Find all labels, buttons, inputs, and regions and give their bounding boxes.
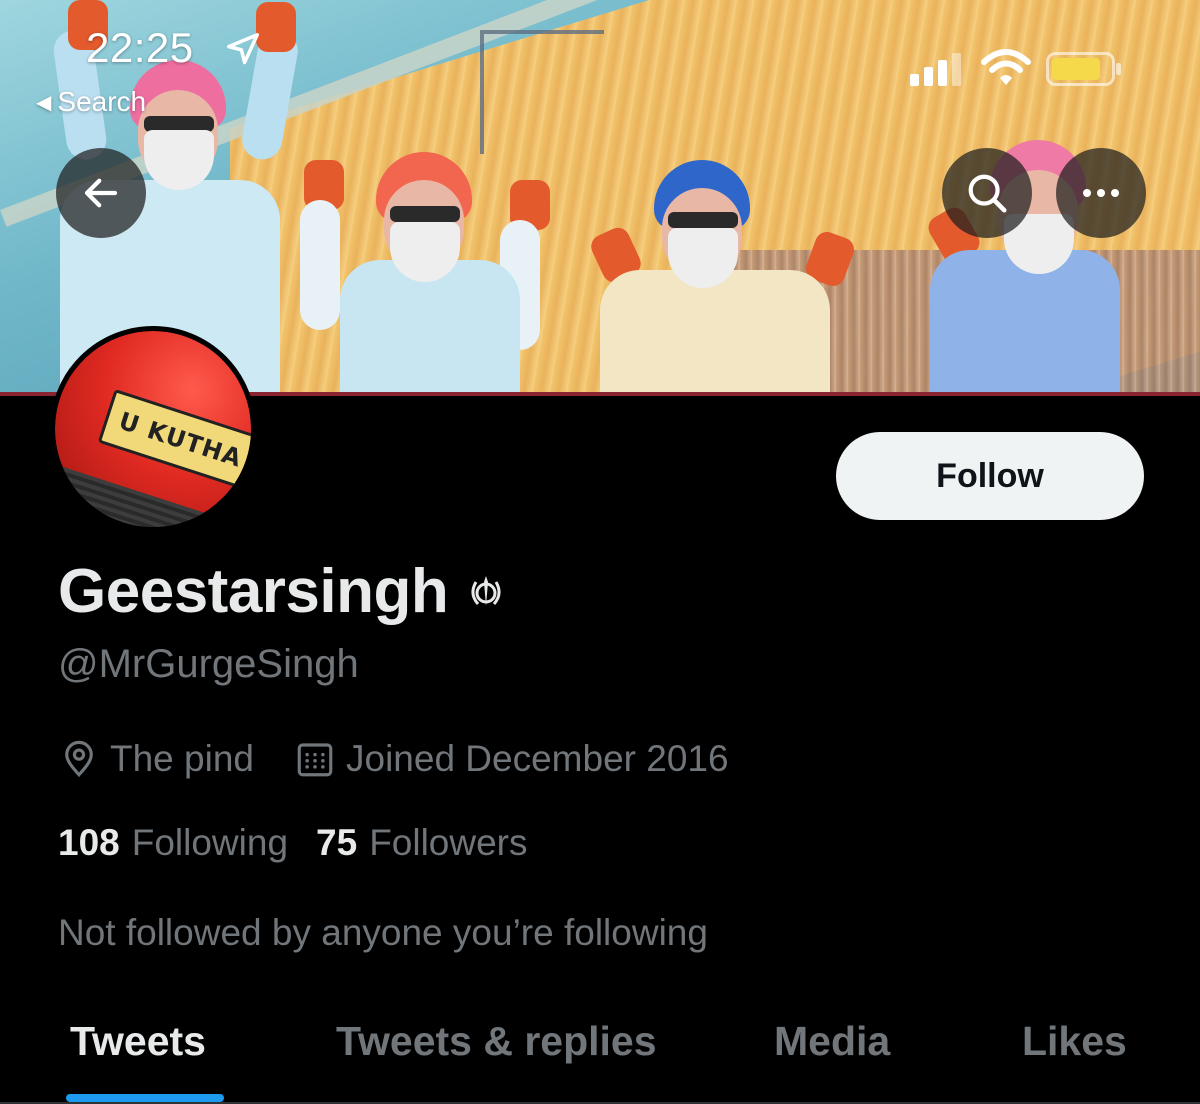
back-to-app-button[interactable]: ◀ Search bbox=[36, 86, 146, 118]
cellular-signal-icon bbox=[910, 53, 961, 86]
more-horizontal-icon bbox=[1083, 189, 1119, 197]
followers-count: 75 bbox=[316, 822, 358, 863]
back-button[interactable] bbox=[56, 148, 146, 238]
tab-tweets[interactable]: Tweets bbox=[70, 1018, 206, 1065]
location-arrow-icon bbox=[227, 33, 259, 65]
followers-label: Followers bbox=[369, 822, 528, 863]
location-item: The pind bbox=[58, 738, 254, 780]
joined-item: Joined December 2016 bbox=[294, 738, 729, 780]
status-time: 22:25 bbox=[86, 24, 194, 71]
user-handle: @MrGurgeSingh bbox=[58, 642, 359, 686]
display-name-row: Geestarsingh bbox=[58, 556, 504, 627]
wifi-icon bbox=[981, 49, 1031, 85]
following-label: Following bbox=[131, 822, 289, 863]
tab-tweets-and-replies[interactable]: Tweets & replies bbox=[336, 1018, 657, 1065]
profile-avatar[interactable]: U KUTHA bbox=[50, 326, 256, 532]
mutual-followers-text: Not followed by anyone you’re following bbox=[58, 912, 708, 953]
follow-button[interactable]: Follow bbox=[836, 432, 1144, 520]
location-text: The pind bbox=[110, 738, 254, 779]
search-icon bbox=[968, 174, 1007, 213]
back-triangle-icon: ◀ bbox=[36, 92, 52, 114]
more-button[interactable] bbox=[1056, 148, 1146, 238]
tab-media[interactable]: Media bbox=[774, 1018, 890, 1065]
battery-icon bbox=[1046, 52, 1121, 86]
following-count: 108 bbox=[58, 822, 120, 863]
location-pin-icon bbox=[65, 740, 93, 778]
display-name: Geestarsingh bbox=[58, 557, 449, 626]
joined-text: Joined December 2016 bbox=[346, 738, 729, 779]
followers-link[interactable]: 75 Followers bbox=[316, 822, 527, 864]
following-link[interactable]: 108 Following bbox=[58, 822, 288, 864]
active-tab-indicator bbox=[66, 1094, 224, 1102]
profile-meta: The pind Joined December 2016 bbox=[58, 738, 769, 780]
search-button[interactable] bbox=[942, 148, 1032, 238]
follow-counts: 108 Following 75 Followers bbox=[58, 822, 556, 864]
profile-tabs: Tweets Tweets & replies Media Likes bbox=[0, 1000, 1200, 1104]
banner-poles bbox=[480, 30, 604, 154]
tab-likes[interactable]: Likes bbox=[1022, 1018, 1127, 1065]
khanda-icon bbox=[471, 575, 501, 606]
back-app-label: Search bbox=[57, 86, 147, 117]
arrow-left-icon bbox=[84, 178, 118, 208]
calendar-icon bbox=[297, 743, 333, 777]
